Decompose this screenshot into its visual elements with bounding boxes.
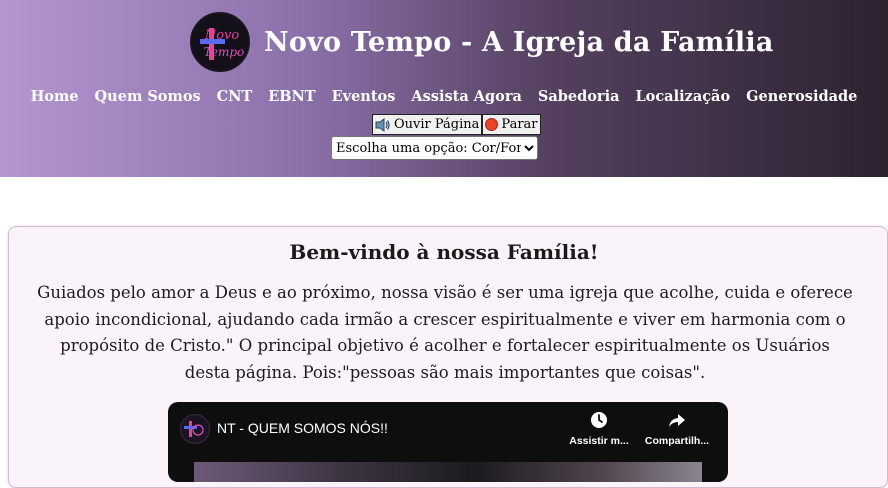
nav-generosidade[interactable]: Generosidade: [738, 88, 865, 105]
listen-page-label: Ouvir Página: [394, 117, 480, 132]
welcome-heading: Bem-vindo à nossa Família!: [289, 240, 599, 264]
share-label: Compartilh...: [644, 435, 710, 447]
theme-select[interactable]: Escolha uma opção: Cor/Fonte:: [331, 136, 538, 160]
text-to-speech-controls: Ouvir Página Parar: [372, 114, 541, 135]
watch-later-button[interactable]: Assistir m...: [566, 411, 632, 447]
brand: Novo Tempo Novo Tempo - A Igreja da Famí…: [190, 10, 774, 74]
church-logo[interactable]: Novo Tempo: [190, 12, 250, 72]
stop-icon: [485, 118, 499, 131]
channel-avatar[interactable]: [180, 414, 210, 444]
site-header: Novo Tempo Novo Tempo - A Igreja da Famí…: [0, 0, 888, 177]
share-button[interactable]: Compartilh...: [644, 411, 710, 447]
nav-cnt[interactable]: CNT: [209, 88, 261, 105]
share-icon: [669, 414, 685, 427]
video-title[interactable]: NT - QUEM SOMOS NÓS!!: [217, 420, 388, 436]
nav-quem-somos[interactable]: Quem Somos: [87, 88, 209, 105]
nav-home[interactable]: Home: [23, 88, 87, 105]
video-thumbnail[interactable]: [194, 462, 702, 482]
nav-assista-agora[interactable]: Assista Agora: [403, 88, 530, 105]
listen-page-button[interactable]: Ouvir Página: [372, 114, 483, 135]
nav-localizacao[interactable]: Localização: [627, 88, 738, 105]
nav-ebnt[interactable]: EBNT: [260, 88, 323, 105]
clock-icon: [591, 412, 607, 428]
watch-later-label: Assistir m...: [569, 435, 629, 447]
logo-text-novo: Novo: [204, 28, 240, 43]
theme-select-wrap: Escolha uma opção: Cor/Fonte:: [331, 136, 538, 160]
main-nav: Home Quem Somos CNT EBNT Eventos Assista…: [0, 88, 888, 105]
stop-button[interactable]: Parar: [482, 114, 541, 135]
speaker-icon: [375, 117, 391, 132]
logo-text-tempo: Tempo: [204, 45, 244, 59]
logo-graphic: Novo Tempo: [200, 28, 244, 60]
stop-label: Parar: [501, 117, 538, 132]
welcome-intro: Guiados pelo amor a Deus e ao próximo, n…: [37, 283, 853, 382]
nav-sabedoria[interactable]: Sabedoria: [530, 88, 628, 105]
youtube-embed[interactable]: NT - QUEM SOMOS NÓS!! Assistir m... Comp…: [168, 402, 728, 482]
site-title: Novo Tempo - A Igreja da Família: [264, 26, 774, 58]
nav-eventos[interactable]: Eventos: [324, 88, 404, 105]
